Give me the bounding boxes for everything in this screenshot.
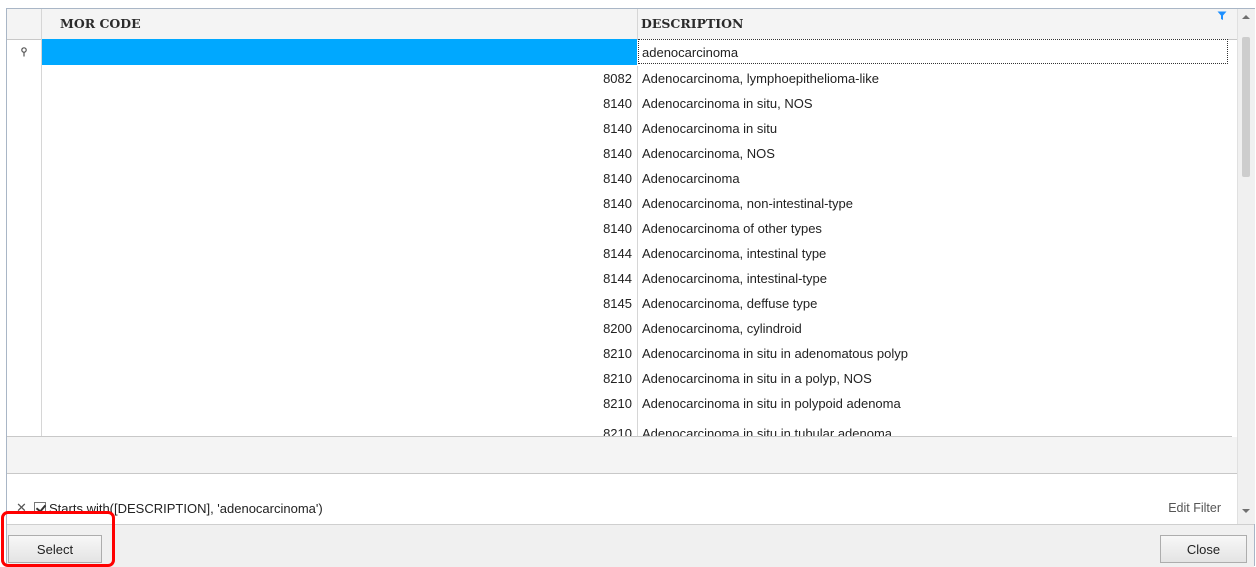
column-header-label: MOR CODE (60, 16, 141, 31)
data-grid: MOR CODE DESCRIPTION adenocarcinoma 8082… (7, 9, 1237, 524)
mor-code-cell: 8200 (603, 321, 632, 336)
description-cell: Adenocarcinoma of other types (642, 221, 822, 236)
table-row[interactable]: 8144 Adenocarcinoma, intestinal type (42, 241, 1228, 266)
vertical-scrollbar[interactable] (1237, 9, 1255, 524)
auto-filter-row: adenocarcinoma (7, 39, 1237, 66)
edit-filter-button[interactable]: Edit Filter (1168, 501, 1221, 515)
lookup-dialog: MOR CODE DESCRIPTION adenocarcinoma 8082… (6, 8, 1255, 567)
filter-expression[interactable]: Starts with([DESCRIPTION], 'adenocarcino… (49, 501, 323, 516)
mor-code-cell: 8144 (603, 271, 632, 286)
scrollbar-thumb[interactable] (1242, 37, 1250, 177)
mor-code-cell: 8210 (603, 346, 632, 361)
mor-code-cell: 8140 (603, 146, 632, 161)
description-cell: Adenocarcinoma in situ (642, 121, 778, 136)
description-cell: Adenocarcinoma, non-intestinal-type (642, 196, 854, 211)
description-cell: Adenocarcinoma, deffuse type (642, 296, 818, 311)
mor-code-cell: 8210 (603, 371, 632, 386)
close-icon[interactable]: ✕ (16, 501, 27, 516)
scroll-up-icon[interactable] (1242, 15, 1250, 19)
filter-row-indicator (7, 39, 42, 66)
description-cell: Adenocarcinoma in situ in tubular adenom… (642, 426, 893, 436)
table-row[interactable]: 8144 Adenocarcinoma, intestinal-type (42, 266, 1228, 291)
table-row[interactable]: 8140 Adenocarcinoma, NOS (42, 141, 1228, 166)
grid-footer-panel (7, 437, 1237, 474)
table-row[interactable]: 8210 Adenocarcinoma in situ in a polyp, … (42, 366, 1228, 391)
grid-rows: 8082 Adenocarcinoma, lymphoepithelioma-l… (7, 66, 1237, 436)
header-indicator-cell (7, 9, 42, 39)
filter-enabled-checkbox[interactable] (34, 502, 46, 514)
mor-code-cell: 8140 (603, 96, 632, 111)
table-row[interactable]: 8140 Adenocarcinoma (42, 166, 1228, 191)
description-cell: Adenocarcinoma in situ, NOS (642, 96, 813, 111)
mor-code-cell: 8210 (603, 426, 632, 436)
table-row[interactable]: 8210 Adenocarcinoma in situ in tubular a… (42, 421, 1228, 436)
description-cell: Adenocarcinoma, cylindroid (642, 321, 802, 336)
column-header-description[interactable]: DESCRIPTION (638, 9, 1231, 39)
filter-panel: ✕ Starts with([DESCRIPTION], 'adenocarci… (7, 495, 1237, 523)
mor-code-cell: 8140 (603, 221, 632, 236)
table-row[interactable]: 8210 Adenocarcinoma in situ in adenomato… (42, 341, 1228, 366)
mor-code-cell: 8145 (603, 296, 632, 311)
dialog-footer: Select Close (7, 524, 1254, 567)
description-cell: Adenocarcinoma, intestinal type (642, 246, 827, 261)
description-cell: Adenocarcinoma (642, 171, 740, 186)
select-button[interactable]: Select (8, 535, 102, 563)
mor-code-filter-cell[interactable] (42, 39, 637, 65)
table-row[interactable]: 8082 Adenocarcinoma, lymphoepithelioma-l… (42, 66, 1228, 91)
table-row[interactable]: 8140 Adenocarcinoma in situ (42, 116, 1228, 141)
description-cell: Adenocarcinoma in situ in a polyp, NOS (642, 371, 872, 386)
table-row[interactable]: 8145 Adenocarcinoma, deffuse type (42, 291, 1228, 316)
description-cell: Adenocarcinoma, intestinal-type (642, 271, 827, 286)
table-row[interactable]: 8140 Adenocarcinoma of other types (42, 216, 1228, 241)
row-indicator-column (7, 66, 42, 436)
scroll-down-icon[interactable] (1242, 509, 1250, 513)
close-button[interactable]: Close (1160, 535, 1247, 563)
description-filter-input[interactable]: adenocarcinoma (638, 39, 1228, 64)
mor-code-cell: 8140 (603, 171, 632, 186)
mor-code-cell: 8144 (603, 246, 632, 261)
pin-icon (21, 47, 27, 57)
description-cell: Adenocarcinoma in situ in adenomatous po… (642, 346, 908, 361)
table-row[interactable]: 8210 Adenocarcinoma in situ in polypoid … (42, 391, 1228, 416)
grid-header: MOR CODE DESCRIPTION (7, 9, 1237, 40)
mor-code-cell: 8140 (603, 121, 632, 136)
description-cell: Adenocarcinoma, lymphoepithelioma-like (642, 71, 880, 86)
table-row[interactable]: 8200 Adenocarcinoma, cylindroid (42, 316, 1228, 341)
mor-code-cell: 8210 (603, 396, 632, 411)
column-header-label: DESCRIPTION (641, 16, 744, 31)
table-row[interactable]: 8140 Adenocarcinoma, non-intestinal-type (42, 191, 1228, 216)
table-row[interactable]: 8140 Adenocarcinoma in situ, NOS (42, 91, 1228, 116)
description-cell: Adenocarcinoma, NOS (642, 146, 775, 161)
filter-icon[interactable] (1217, 11, 1227, 21)
column-header-mor-code[interactable]: MOR CODE (42, 9, 638, 39)
description-cell: Adenocarcinoma in situ in polypoid adeno… (642, 396, 901, 411)
mor-code-cell: 8082 (603, 71, 632, 86)
description-filter-value: adenocarcinoma (642, 45, 739, 60)
mor-code-cell: 8140 (603, 196, 632, 211)
